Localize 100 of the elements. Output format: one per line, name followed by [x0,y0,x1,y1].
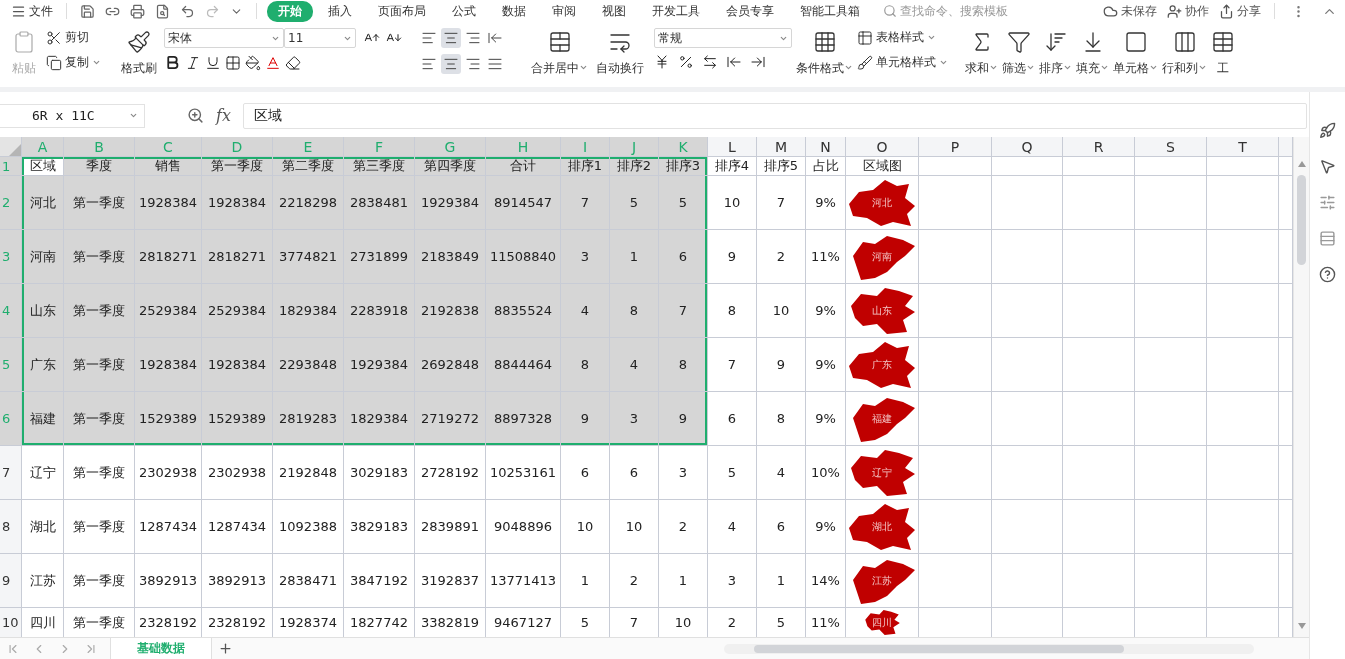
ribbon-tab[interactable]: 审阅 [541,0,587,22]
ribbon-tab[interactable]: 开发工具 [641,0,711,22]
table-cell[interactable]: 6 [561,446,610,500]
table-cell[interactable]: 2 [757,230,806,284]
column-header[interactable]: L [708,137,757,157]
table-cell[interactable]: 9% [806,338,846,392]
table-cell[interactable]: 3847192 [344,554,415,608]
help-icon[interactable] [1319,266,1336,283]
borders-icon[interactable] [225,54,241,71]
table-cell[interactable]: 1529389 [202,392,273,446]
table-cell[interactable]: 2838481 [344,176,415,230]
table-cell[interactable]: 福建 [22,392,64,446]
table-cell[interactable] [992,446,1063,500]
table-cell[interactable] [1063,446,1135,500]
table-cell[interactable] [992,500,1063,554]
column-header[interactable]: N [806,137,846,157]
table-cell[interactable] [1063,284,1135,338]
table-cell[interactable] [1135,176,1207,230]
table-cell[interactable]: 2183849 [415,230,486,284]
toolbar-action[interactable]: 协作 [1162,2,1214,20]
table-cell[interactable] [992,554,1063,608]
table-cell[interactable]: 2302938 [135,446,202,500]
table-cell[interactable]: 2283918 [344,284,415,338]
table-cell[interactable]: 第一季度 [64,338,135,392]
table-cell[interactable]: 第一季度 [64,176,135,230]
table-cell[interactable] [1279,446,1293,500]
table-cell[interactable]: 湖北 [22,500,64,554]
table-cell[interactable] [1063,338,1135,392]
column-header[interactable]: O [846,137,919,157]
column-header[interactable]: S [1135,137,1207,157]
table-cell[interactable]: 3774821 [273,230,344,284]
table-cell[interactable]: 第三季度 [344,157,415,176]
table-cell[interactable]: 8844464 [486,338,561,392]
font-size-select[interactable]: 11 [284,28,356,48]
table-cell[interactable]: 3029183 [344,446,415,500]
table-cell[interactable]: 8914547 [486,176,561,230]
number-format-select[interactable]: 常规 [654,28,792,48]
ribbon-tab[interactable]: 插入 [317,0,363,22]
table-cell[interactable]: 3 [610,392,659,446]
table-cell[interactable]: 辽宁 [22,446,64,500]
table-cell[interactable]: 1529389 [135,392,202,446]
table-cell[interactable]: 第一季度 [64,500,135,554]
table-cell[interactable]: 4 [708,500,757,554]
table-cell[interactable]: 1287434 [202,500,273,554]
table-cell[interactable]: 湖北 [846,500,919,554]
table-cell[interactable]: 3892913 [202,554,273,608]
save-icon[interactable] [80,3,95,19]
ribbon-tab[interactable]: 公式 [441,0,487,22]
table-cell[interactable] [1135,157,1207,176]
table-cell[interactable]: 3 [659,446,708,500]
table-cell[interactable]: 13771413 [486,554,561,608]
horizontal-scrollbar[interactable] [724,643,1254,654]
ribbon-button[interactable]: 填充 [1074,28,1111,87]
zoom-icon[interactable] [187,107,204,124]
toolbar-action[interactable]: 分享 [1214,2,1266,20]
scrollbar-thumb[interactable] [754,644,1124,653]
ribbon-tab[interactable]: 页面布局 [367,0,437,22]
table-cell[interactable] [1135,446,1207,500]
redo-icon[interactable] [205,3,220,19]
sliders-icon[interactable] [1319,194,1336,211]
clear-icon[interactable] [285,54,301,71]
table-cell[interactable]: 4 [561,284,610,338]
table-cell[interactable]: 2839891 [415,500,486,554]
table-cell[interactable] [1207,176,1279,230]
table-cell[interactable] [1135,554,1207,608]
table-cell[interactable]: 区域 [22,157,64,176]
table-cell[interactable]: 9 [708,230,757,284]
table-cell[interactable] [1135,338,1207,392]
table-cell[interactable] [919,500,992,554]
table-cell[interactable]: 10 [708,176,757,230]
table-cell[interactable]: 3 [708,554,757,608]
table-cell[interactable] [1207,338,1279,392]
table-cell[interactable]: 6 [757,500,806,554]
row-header[interactable]: 9 [0,554,22,608]
name-box[interactable]: 6R x 11C [0,103,145,128]
table-cell[interactable] [1279,338,1293,392]
table-cell[interactable]: 8897328 [486,392,561,446]
table-cell[interactable]: 第一季度 [64,446,135,500]
table-cell[interactable]: 10 [610,500,659,554]
table-cell[interactable]: 4 [610,338,659,392]
table-cell[interactable]: 2218298 [273,176,344,230]
ribbon-button[interactable]: 工 [1209,28,1237,87]
column-header[interactable]: T [1207,137,1279,157]
table-cell[interactable]: 2192838 [415,284,486,338]
percent-icon[interactable] [678,54,694,70]
table-cell[interactable] [1135,230,1207,284]
vertical-scrollbar[interactable] [1293,137,1309,637]
table-cell[interactable] [992,284,1063,338]
table-cell[interactable]: 9% [806,392,846,446]
table-cell[interactable]: 第二季度 [273,157,344,176]
print-preview-icon[interactable] [155,3,170,19]
table-cell[interactable]: 河北 [22,176,64,230]
table-cell[interactable]: 2192848 [273,446,344,500]
table-cell[interactable]: 河北 [846,176,919,230]
table-cell[interactable]: 2529384 [202,284,273,338]
column-header[interactable]: M [757,137,806,157]
formula-field[interactable]: 区域 [242,102,1307,129]
table-cell[interactable] [1063,230,1135,284]
table-cell[interactable] [1207,392,1279,446]
table-cell[interactable] [919,554,992,608]
